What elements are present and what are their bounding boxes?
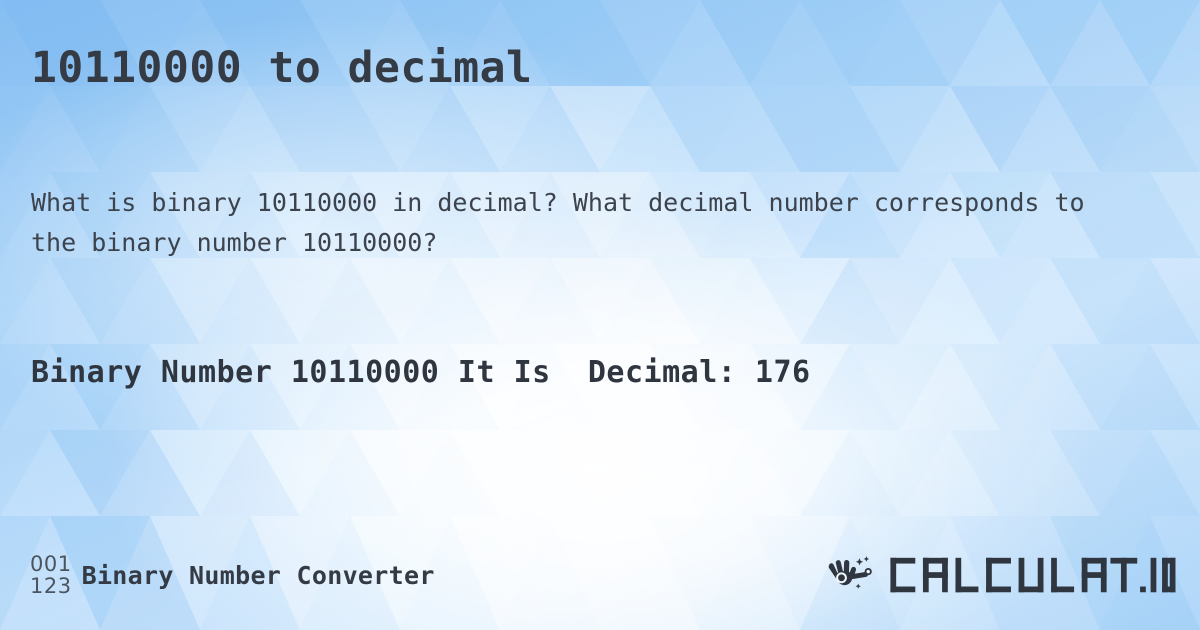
page-title: 10110000 to decimal — [31, 43, 533, 93]
og-image-card: 10110000 to decimal What is binary 10110… — [0, 0, 1200, 630]
conversion-result: Binary Number 10110000 It Is Decimal: 17… — [31, 355, 811, 390]
brand-wordmark — [882, 552, 1182, 598]
footer: 001 123 Binary Number Converter — [0, 545, 1200, 611]
card-content: 10110000 to decimal What is binary 10110… — [0, 0, 1200, 630]
site-name: Binary Number Converter — [81, 560, 435, 590]
binary-logo-bottom: 123 — [30, 574, 72, 598]
hand-wand-icon — [828, 556, 872, 589]
footer-brand-left: 001 123 Binary Number Converter — [30, 545, 435, 605]
question-text: What is binary 10110000 in decimal? What… — [31, 188, 1100, 257]
binary-logo-top: 001 — [30, 552, 72, 576]
binary-digits-logo: 001 123 — [30, 553, 82, 597]
calculatio-brand[interactable] — [824, 547, 1182, 603]
